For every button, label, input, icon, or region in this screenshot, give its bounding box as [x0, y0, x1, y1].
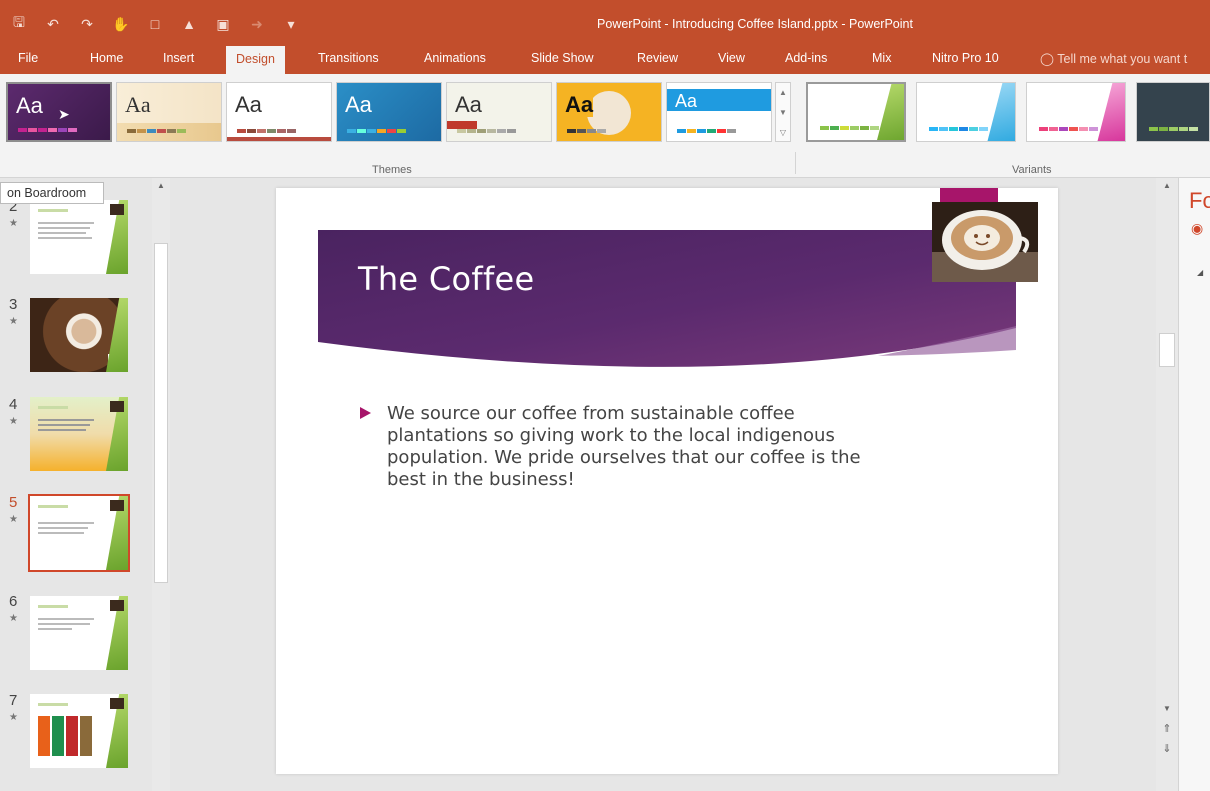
previous-slide-icon[interactable]: ⇑	[1158, 722, 1176, 738]
tell-me-text: Tell me what you want t	[1057, 52, 1188, 66]
scroll-up-icon[interactable]: ▲	[1158, 178, 1176, 194]
tab-design[interactable]: Design	[226, 46, 285, 74]
theme-sample: Aa	[125, 92, 151, 117]
slide-number: 7	[9, 692, 18, 709]
variant-dark[interactable]	[1136, 82, 1210, 142]
theme-sample: Aa	[455, 92, 482, 117]
tell-me-box[interactable]: ◯ Tell me what you want t	[1040, 51, 1187, 66]
scroll-down-icon[interactable]: ▼	[1158, 701, 1176, 717]
star-icon: ★	[9, 712, 18, 723]
thumbnail-scrollbar[interactable]: ▲	[152, 178, 170, 791]
slide-thumb-6[interactable]	[30, 596, 128, 670]
tab-home[interactable]: Home	[90, 51, 123, 65]
slide-title[interactable]: The Coffee	[358, 260, 535, 298]
star-icon: ★	[9, 316, 18, 327]
slide-thumb-5[interactable]	[28, 494, 130, 572]
lightbulb-icon: ◯	[1040, 52, 1054, 66]
collapse-caret-icon[interactable]: ◢	[1197, 268, 1203, 277]
theme-sample: Aa	[235, 92, 262, 117]
theme-sample: Aa	[345, 92, 372, 117]
theme-thumb-5[interactable]: Aa	[446, 82, 552, 142]
more-icon[interactable]: ▽	[776, 123, 790, 143]
scroll-up-icon[interactable]: ▲	[776, 83, 790, 103]
theme-thumb-1[interactable]: Aa ➤	[6, 82, 112, 142]
coffee-photo[interactable]	[932, 202, 1038, 282]
variant-blue[interactable]	[916, 82, 1016, 142]
title-bar: 🖫 ↶ ↷ ✋ □ ▲ ▣ ➜ ▾ PowerPoint - Introduci…	[0, 0, 1210, 46]
theme-thumb-6[interactable]: Aa	[556, 82, 662, 142]
star-icon: ★	[9, 613, 18, 624]
slide-number: 4	[9, 396, 18, 413]
theme-tooltip: on Boardroom	[0, 182, 104, 204]
tab-animations[interactable]: Animations	[424, 51, 486, 65]
variant-green[interactable]	[806, 82, 906, 142]
tab-add-ins[interactable]: Add-ins	[785, 51, 827, 65]
tab-file[interactable]: File	[18, 51, 38, 65]
theme-thumb-3[interactable]: Aa	[226, 82, 332, 142]
scroll-down-icon[interactable]: ▼	[776, 103, 790, 123]
slide-number: 3	[9, 296, 18, 313]
star-icon: ★	[9, 218, 18, 229]
tab-transitions[interactable]: Transitions	[318, 51, 379, 65]
slide-thumb-2[interactable]	[30, 200, 128, 274]
slide[interactable]: The Coffee We source our coffee from sus…	[276, 188, 1058, 774]
theme-sample: Aa	[675, 91, 698, 111]
title-banner	[318, 230, 1016, 372]
tab-mix[interactable]: Mix	[872, 51, 891, 65]
slide-thumb-3[interactable]	[30, 298, 128, 372]
scroll-up-icon[interactable]: ▲	[152, 178, 170, 194]
pointer-icon: ➤	[58, 106, 70, 122]
star-icon: ★	[9, 416, 18, 427]
variants-group-label: Variants	[1012, 164, 1052, 176]
window-title: PowerPoint - Introducing Coffee Island.p…	[597, 17, 913, 31]
ribbon: Aa ➤ Aa Aa Aa Aa Aa Aa ▲ ▼ ▽ Themes Vari…	[0, 74, 1210, 178]
bullet-item[interactable]: We source our coffee from sustainable co…	[360, 403, 900, 491]
theme-thumb-4[interactable]: Aa	[336, 82, 442, 142]
slide-thumb-4[interactable]	[30, 397, 128, 471]
group-separator	[795, 152, 796, 174]
ribbon-tabs: File Home Insert Design Transitions Anim…	[0, 46, 1210, 74]
theme-thumb-7[interactable]: Aa	[666, 82, 772, 142]
format-pane-title: Fo	[1189, 188, 1210, 213]
slide-scrollbar[interactable]: ▲ ▼ ⇑ ⇓	[1156, 178, 1178, 791]
slide-number: 5	[9, 494, 18, 511]
slide-number: 6	[9, 593, 18, 610]
scrollbar-thumb[interactable]	[1159, 333, 1175, 367]
themes-scroll[interactable]: ▲ ▼ ▽	[775, 82, 791, 142]
tab-view[interactable]: View	[718, 51, 745, 65]
variant-pink[interactable]	[1026, 82, 1126, 142]
next-slide-icon[interactable]: ⇓	[1158, 742, 1176, 758]
themes-group-label: Themes	[372, 164, 412, 176]
theme-sample: Aa	[16, 93, 43, 118]
tab-review[interactable]: Review	[637, 51, 678, 65]
tab-slide-show[interactable]: Slide Show	[531, 51, 594, 65]
theme-sample: Aa	[565, 92, 594, 117]
fill-icon[interactable]: ◉	[1191, 220, 1203, 237]
scrollbar-thumb[interactable]	[154, 243, 168, 583]
star-icon: ★	[9, 514, 18, 525]
theme-thumb-2[interactable]: Aa	[116, 82, 222, 142]
format-pane: Fo ◉ ◢	[1178, 178, 1210, 791]
tab-insert[interactable]: Insert	[163, 51, 194, 65]
bullet-arrow-icon	[360, 407, 371, 419]
tab-nitro-pro[interactable]: Nitro Pro 10	[932, 51, 999, 65]
slide-thumb-7[interactable]	[30, 694, 128, 768]
bullet-text[interactable]: We source our coffee from sustainable co…	[387, 403, 900, 491]
